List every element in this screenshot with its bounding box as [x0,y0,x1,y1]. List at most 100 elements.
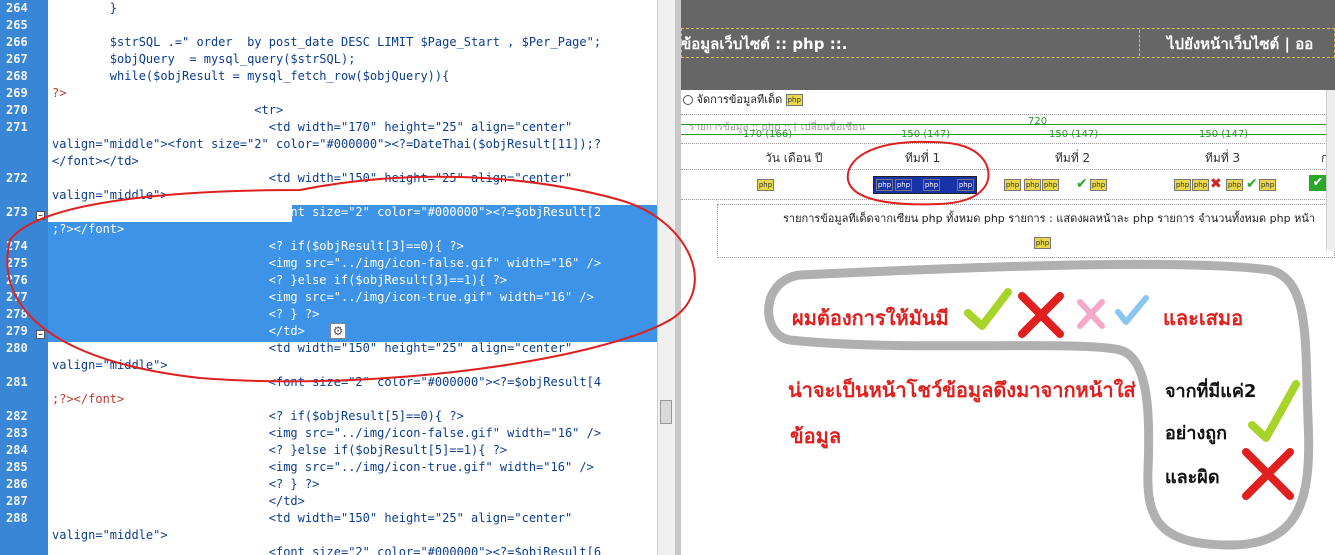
header-team-2: ทีมที่ 2 [1055,151,1091,165]
line-number: 270 [6,103,28,117]
radio-icon[interactable] [683,95,693,105]
code-line[interactable]: while($objResult = mysql_fetch_row($objQ… [52,68,652,85]
code-line[interactable]: <? } ?> [52,476,652,493]
line-number: 282 [6,409,28,423]
header-date: วัน เดือน ปี [765,151,823,165]
go-to-website-link[interactable]: ไปยังหน้าเว็บไซต์ | ออ [1167,34,1313,54]
line-number: 281 [6,375,28,389]
code-line[interactable]: <? if($objResult[5]==0){ ?> [52,408,652,425]
banner-title: ข้อมูลเว็บไซต์ :: php ::. [681,35,848,53]
code-line[interactable]: <img src="../img/icon-false.gif" width="… [52,255,652,272]
php-badge-icon: php [876,179,893,191]
table-width-ruler: รายการข้อมูล :: php :: [ เปลี่ยนชื่อเซีย… [681,114,1335,144]
code-line[interactable]: $strSQL .=" order by post_date DESC LIMI… [52,34,652,51]
vertical-scrollbar[interactable] [657,0,675,555]
code-line[interactable]: valign="middle"> [52,357,652,374]
ruler-col-3: 150 (147) [1049,129,1099,140]
pagination-text: รายการข้อมูลทีเด็ดจากเซียน php ทั้งหมด p… [783,212,1316,225]
annotation-only-two: จากที่มีแค่2 [1165,381,1257,402]
annotation-correct: อย่างถูก [1165,423,1228,444]
php-badge-icon: php [1259,179,1276,191]
code-editor[interactable]: 264 } 265 266 $strSQL .=" order by post_da… [0,0,660,555]
code-line[interactable]: <td width="150" height="25" align="cente… [52,510,652,527]
header-team-3: ทีมที่ 3 [1205,151,1241,165]
ruler-col-2: 150 (147) [901,129,951,140]
line-number: 275 [6,256,28,270]
code-line[interactable]: <td width="170" height="25" align="cente… [52,119,652,136]
scrollbar-thumb[interactable] [660,400,672,424]
line-number [0,136,44,153]
line-number [0,527,44,544]
annotation-want: ผมต้องการให้มันมี [792,306,949,330]
php-badge-icon: php [895,179,912,191]
annotation-and-draw: และเสมอ [1163,306,1244,330]
code-line[interactable]: <? }else if($objResult[5]==1){ ?> [52,442,652,459]
php-badge-icon: php [1004,179,1021,191]
annotation-wrong: และผิด [1165,467,1220,488]
line-number: 272 [6,171,28,185]
code-line[interactable]: <td width="150" height="25" align="cente… [52,170,652,187]
php-badge-icon: php [785,94,803,106]
code-line[interactable] [52,17,652,34]
code-line[interactable]: <font size="2" color="#000000"><?=$objRe… [52,374,652,391]
php-badge-icon: php [1034,237,1051,249]
line-number: 286 [6,477,28,491]
table-header-row: วัน เดือน ปี ทีมที่ 1 ทีมที่ 2 ทีมที่ 3 … [681,146,1335,170]
ruler-line [681,124,1335,125]
line-number: 283 [6,426,28,440]
code-line[interactable]: ?> [52,85,652,102]
fold-marker-icon[interactable]: − [36,330,45,339]
php-badge-icon: php [757,179,774,191]
code-line[interactable]: <img src="../img/icon-true.gif" width="1… [52,459,652,476]
line-number [0,544,44,555]
php-badge-icon: php [1042,179,1059,191]
code-line[interactable]: valign="middle"> [52,527,652,544]
code-line[interactable]: ;?></font> [52,391,652,408]
line-number [0,357,44,374]
line-number: 284 [6,443,28,457]
code-line[interactable]: <? } ?> [52,306,652,323]
line-number: 266 [6,35,28,49]
line-number: 276 [6,273,28,287]
true-icon: ✔ [1246,176,1258,192]
code-line[interactable]: </font></td> [52,153,652,170]
php-badge-icon: php [1192,179,1209,191]
true-icon: ✔ [1076,176,1088,192]
code-line[interactable]: ;?></font> [52,221,652,238]
manage-bar: จัดการข้อมูลทีเด็ด php [683,92,803,108]
line-number: 278 [6,307,28,321]
code-line[interactable]: <? if($objResult[3]==0){ ?> [52,238,652,255]
code-line[interactable]: <img src="../img/icon-false.gif" width="… [52,425,652,442]
header-team-1: ทีมที่ 1 [905,151,941,165]
code-line[interactable]: valign="middle"><font size="2" color="#0… [52,136,652,153]
code-line[interactable]: <tr> [52,102,652,119]
php-badge-icon: php [1090,179,1107,191]
line-number [0,187,44,204]
design-preview[interactable]: ข้อมูลเว็บไซต์ :: php ::. ไปยังหน้าเว็บไ… [681,0,1335,555]
code-line[interactable]: </td> [52,493,652,510]
code-line[interactable]: } [52,0,652,17]
manage-label: จัดการข้อมูลทีเด็ด [696,93,783,106]
pagination-row: รายการข้อมูลทีเด็ดจากเซียน php ทั้งหมด p… [717,204,1335,258]
code-line[interactable]: <td width="150" height="25" align="cente… [52,340,652,357]
php-badge-icon: php [1174,179,1191,191]
preview-scrollbar[interactable] [1326,90,1335,250]
code-line[interactable]: <font size="2" color="#000000"><?=$objRe… [52,204,652,221]
line-number: 269 [6,86,28,100]
banner-divider [1139,30,1140,56]
code-line[interactable]: <img src="../img/icon-true.gif" width="1… [52,289,652,306]
line-number [0,153,44,170]
page-banner: ข้อมูลเว็บไซต์ :: php ::. ไปยังหน้าเว็บไ… [681,0,1335,90]
code-line[interactable]: <font size="2" color="#000000"><?=$objRe… [52,544,652,555]
line-number: 287 [6,494,28,508]
php-badge-icon: php [923,179,940,191]
code-line[interactable]: $objQuery = mysql_query($strSQL); [52,51,652,68]
fold-marker-icon[interactable]: − [36,211,45,220]
code-line[interactable]: <? }else if($objResult[3]==1){ ?> [52,272,652,289]
line-number: 280 [6,341,28,355]
gear-cursor-icon: ⚙ [330,323,346,339]
code-line[interactable]: </td> [52,323,652,340]
code-line[interactable]: valign="middle"> [52,187,652,204]
line-number: 274 [6,239,28,253]
php-badge-icon: php [957,179,974,191]
